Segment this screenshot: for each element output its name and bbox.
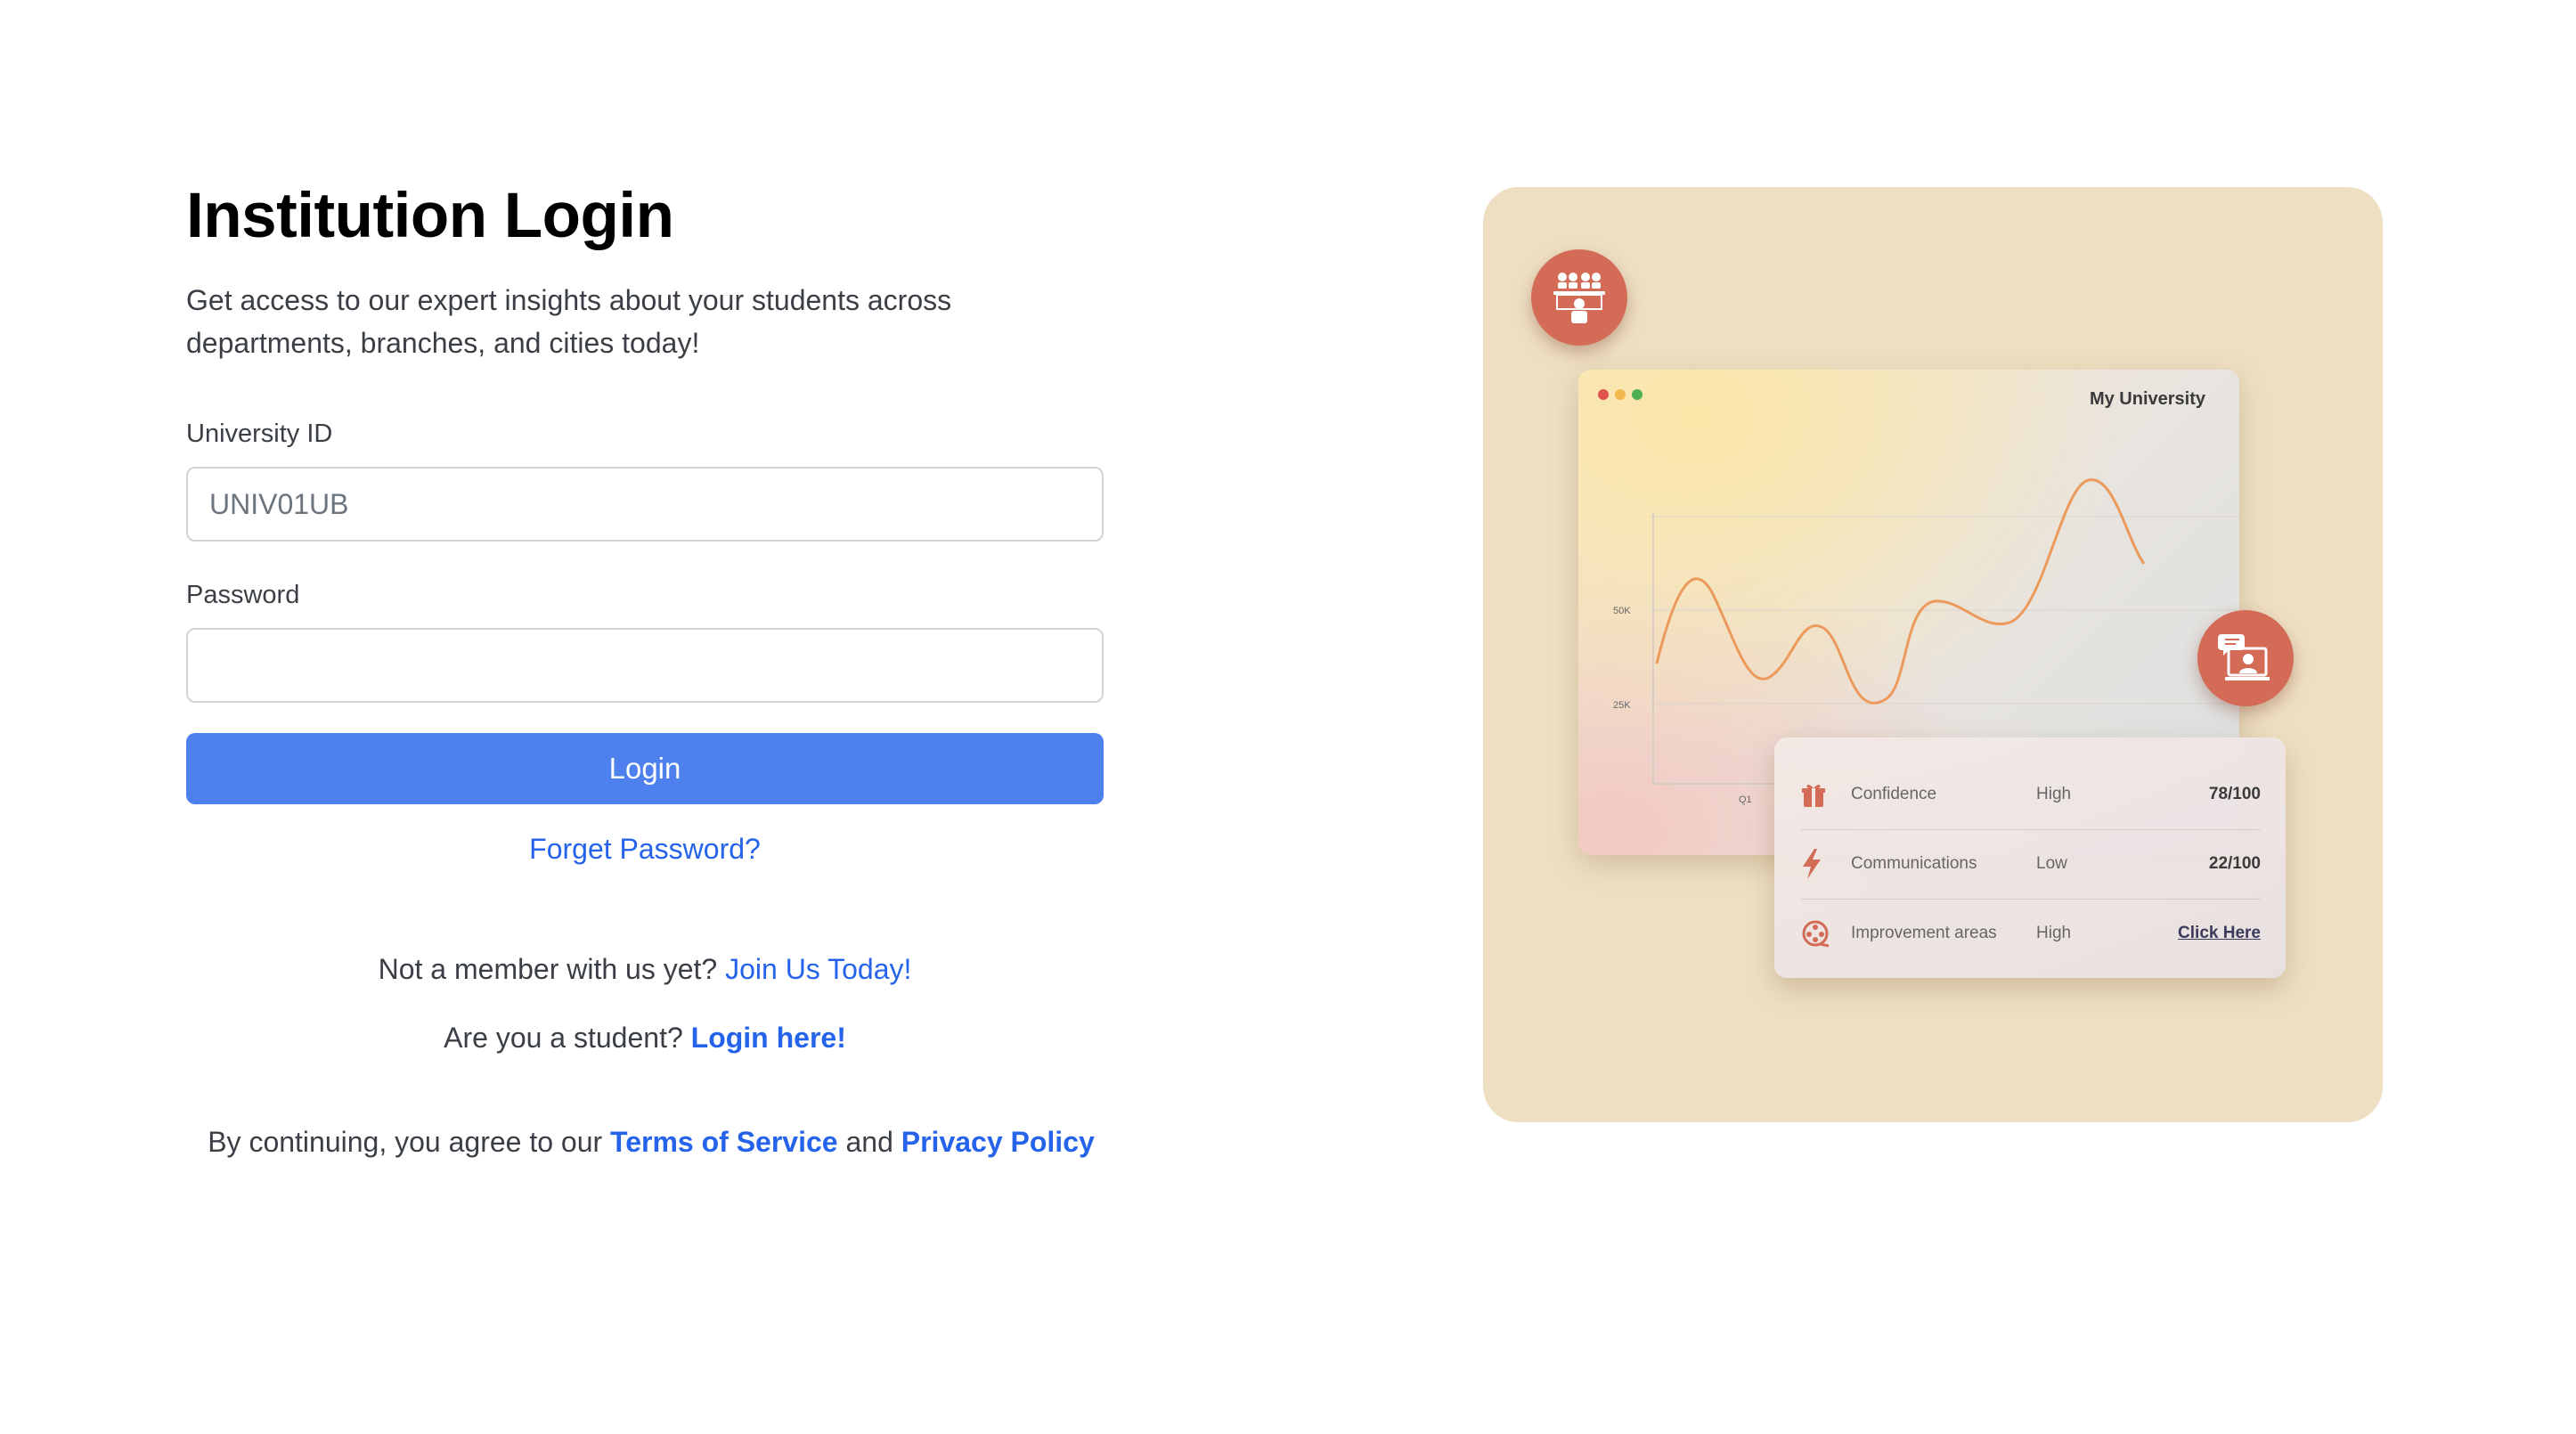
password-input[interactable] xyxy=(186,628,1104,704)
stat-level: High xyxy=(2036,785,2072,803)
login-button[interactable]: Login xyxy=(186,733,1104,805)
x-tick-label: Q1 xyxy=(1739,794,1752,805)
stat-value: 78/100 xyxy=(2208,785,2261,803)
stat-row-confidence: Confidence High 78/100 xyxy=(1801,761,2261,828)
terms-of-service-link[interactable]: Terms of Service xyxy=(610,1126,838,1158)
y-tick-label: 25K xyxy=(1613,700,1631,711)
stat-name: Communications xyxy=(1851,854,1977,873)
click-here-link[interactable]: Click Here xyxy=(2170,924,2261,943)
online-tutor-icon xyxy=(2197,610,2294,706)
student-stats-card: Confidence High 78/100 Communications Lo… xyxy=(1774,737,2286,978)
terms-prefix: By continuing, you agree to our xyxy=(208,1126,603,1159)
terms-and: and xyxy=(845,1126,893,1159)
forgot-password-link[interactable]: Forget Password? xyxy=(529,833,761,865)
trend-line xyxy=(1655,478,2146,705)
stat-level: High xyxy=(2036,924,2072,942)
stat-row-improvement-areas: Improvement areas High Click Here xyxy=(1801,900,2261,967)
film-reel-icon xyxy=(1801,919,1835,948)
privacy-policy-link[interactable]: Privacy Policy xyxy=(901,1126,1095,1158)
stat-name: Improvement areas xyxy=(1851,924,1997,942)
member-prompt: Not a member with us yet? Join Us Today! xyxy=(186,953,1104,986)
stat-value: 22/100 xyxy=(2208,854,2261,873)
page-subtitle: Get access to our expert insights about … xyxy=(186,284,952,360)
stat-row-communications: Communications Low 22/100 xyxy=(1801,830,2261,898)
login-form-section: Institution Login Get access to our expe… xyxy=(186,178,1104,1159)
university-id-input[interactable] xyxy=(186,467,1104,542)
terms-notice: By continuing, you agree to our Terms of… xyxy=(186,1126,1104,1159)
student-prompt: Are you a student? Login here! xyxy=(186,1022,1104,1055)
classroom-icon xyxy=(1531,249,1627,346)
lightning-icon xyxy=(1801,849,1835,879)
university-id-label: University ID xyxy=(186,420,333,449)
stat-name: Confidence xyxy=(1851,785,1937,803)
member-prompt-text: Not a member with us yet? xyxy=(378,953,718,986)
gift-box-icon xyxy=(1801,780,1835,809)
student-login-link[interactable]: Login here! xyxy=(691,1022,846,1054)
page-title: Institution Login xyxy=(186,181,674,251)
stat-level: Low xyxy=(2036,854,2067,873)
join-us-link[interactable]: Join Us Today! xyxy=(725,953,911,985)
illustration-panel: My University 50K 25K Q1 Confidence High… xyxy=(1483,187,2383,1122)
password-label: Password xyxy=(186,581,300,610)
y-tick-label: 50K xyxy=(1613,606,1631,616)
student-prompt-text: Are you a student? xyxy=(444,1022,683,1055)
